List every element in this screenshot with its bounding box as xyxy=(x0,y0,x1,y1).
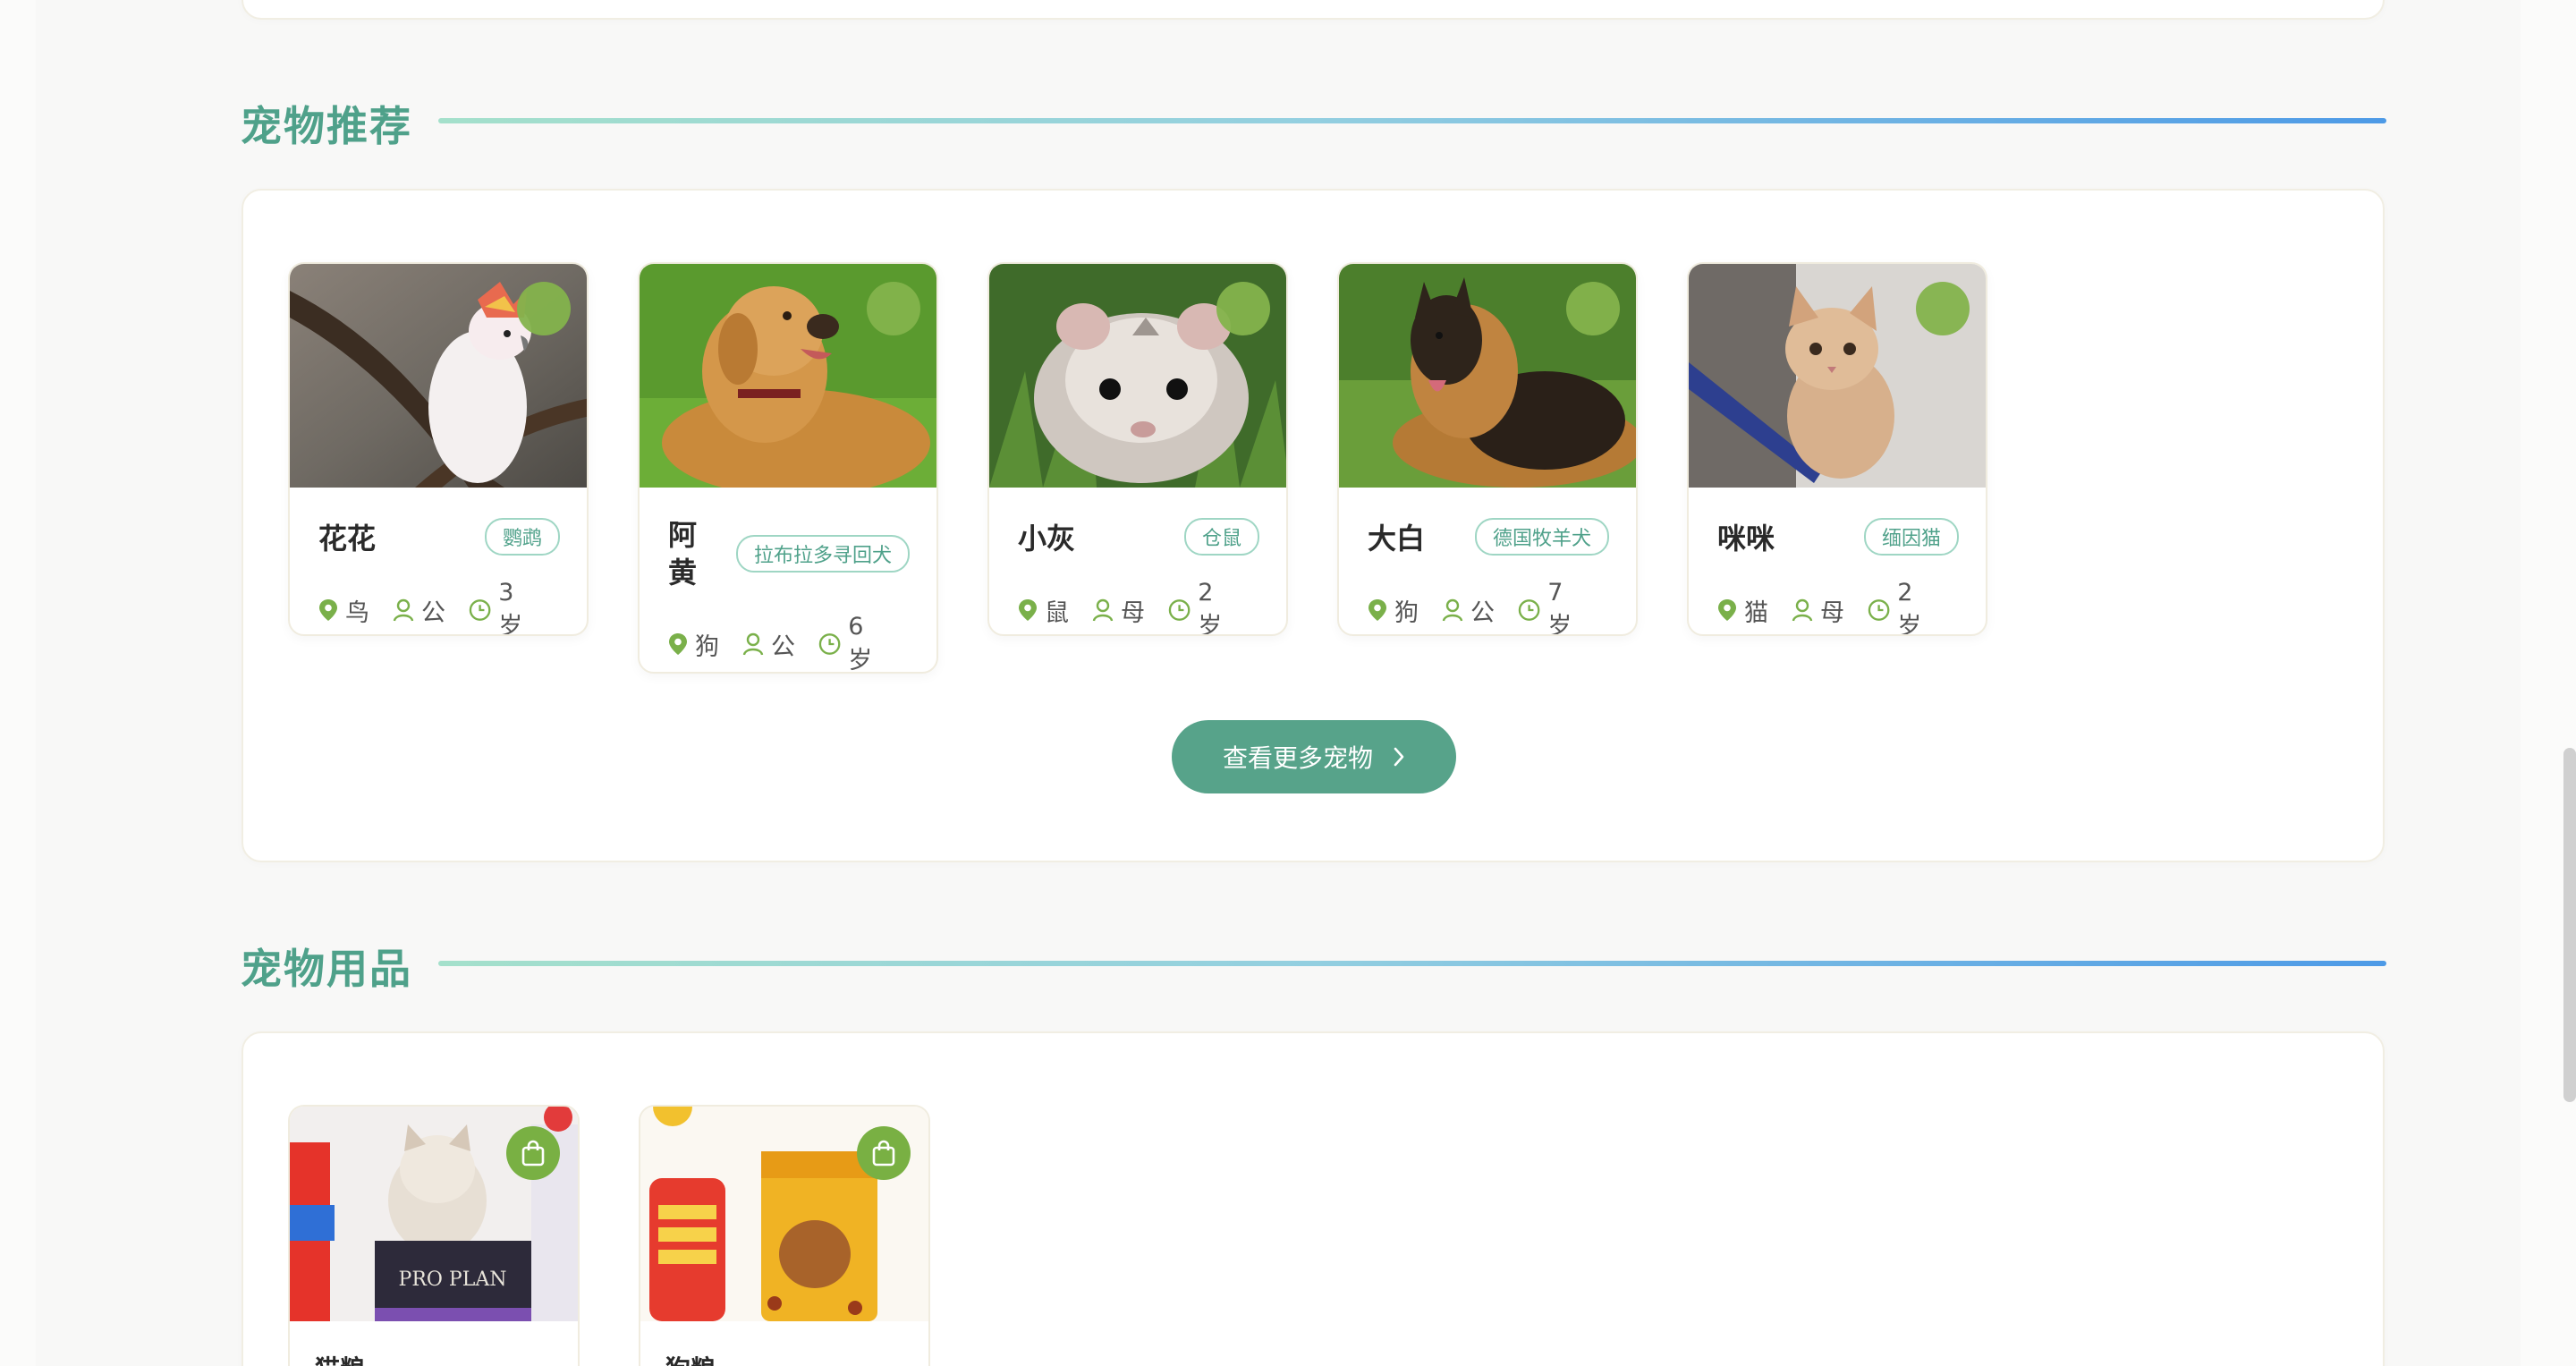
pet-card-huahua[interactable]: 花花 鹦鹉 鸟 公 3岁 xyxy=(288,262,589,636)
pet-card-mimi[interactable]: 咪咪 缅因猫 猫 母 2岁 xyxy=(1687,262,1987,636)
pet-breed-tag: 鹦鹉 xyxy=(484,518,560,556)
pet-age: 7岁 xyxy=(1547,579,1572,636)
pet-gender: 公 xyxy=(1470,598,1495,627)
pet-species: 鸟 xyxy=(345,598,369,627)
supply-card-cat-food[interactable]: PRO PLAN 猫粮 xyxy=(288,1105,580,1366)
pet-name: 小灰 xyxy=(1018,522,1076,556)
view-more-pets-button[interactable]: 查看更多宠物 xyxy=(1172,720,1456,793)
vertical-scrollbar[interactable] xyxy=(2558,0,2576,1366)
user-icon xyxy=(393,598,414,622)
pet-card-dabai[interactable]: 大白 德国牧羊犬 狗 公 7岁 xyxy=(1337,262,1638,636)
pet-name: 花花 xyxy=(318,522,377,556)
pet-name: 咪咪 xyxy=(1717,522,1775,556)
pet-breed-tag: 德国牧羊犬 xyxy=(1474,518,1609,556)
location-pin-icon xyxy=(1718,599,1736,621)
pet-age: 2岁 xyxy=(1198,579,1223,636)
clock-icon xyxy=(469,599,491,621)
section-title-supplies: 宠物用品 xyxy=(241,945,412,993)
scrollbar-thumb[interactable] xyxy=(2563,748,2576,1102)
user-icon xyxy=(1442,598,1463,622)
pet-species: 狗 xyxy=(1394,598,1419,627)
chevron-right-icon xyxy=(1394,747,1404,767)
clock-icon xyxy=(1518,599,1540,621)
pet-age: 2岁 xyxy=(1897,579,1922,636)
supply-photo-dog-food xyxy=(640,1107,928,1321)
user-icon xyxy=(1092,598,1114,622)
location-pin-icon xyxy=(669,633,687,655)
pet-species: 鼠 xyxy=(1045,598,1069,627)
pet-gender: 母 xyxy=(1121,598,1145,627)
pet-card-xiaohui[interactable]: 小灰 仓鼠 鼠 母 2岁 xyxy=(987,262,1288,636)
pet-photo-hamster xyxy=(989,264,1286,488)
clock-icon xyxy=(1168,599,1191,621)
pets-panel: 花花 鹦鹉 鸟 公 3岁 阿黄 拉布拉多寻回犬 狗 公 6岁 小灰 仓鼠 鼠 母… xyxy=(242,189,2385,862)
pet-species: 狗 xyxy=(695,632,719,661)
view-more-pets-label: 查看更多宠物 xyxy=(1222,743,1373,773)
location-pin-icon xyxy=(1368,599,1386,621)
supply-name: 猫粮 xyxy=(315,1350,365,1366)
page-background: 宠物推荐 花花 鹦鹉 鸟 公 3岁 阿黄 拉布拉多寻回犬 狗 公 6岁 小灰 仓… xyxy=(36,0,2521,1366)
clock-icon xyxy=(1868,599,1890,621)
svg-text:PRO PLAN: PRO PLAN xyxy=(399,1268,507,1291)
add-to-cart-button[interactable] xyxy=(506,1126,560,1180)
favorite-button[interactable] xyxy=(1216,282,1270,335)
shopping-bag-icon xyxy=(521,1140,545,1167)
pet-age: 6岁 xyxy=(848,613,873,674)
favorite-button[interactable] xyxy=(1566,282,1620,335)
previous-section-panel xyxy=(242,0,2385,20)
supplies-panel: PRO PLAN 猫粮 xyxy=(242,1031,2385,1366)
pet-breed-tag: 缅因猫 xyxy=(1863,518,1959,556)
user-icon xyxy=(1792,598,1813,622)
supply-name: 狗粮 xyxy=(665,1350,716,1366)
pet-photo-kitten xyxy=(1689,264,1986,488)
supply-card-dog-food[interactable]: 狗粮 xyxy=(639,1105,930,1366)
pet-species: 猫 xyxy=(1744,598,1768,627)
pet-photo-parrot xyxy=(290,264,587,488)
section-divider-pets xyxy=(438,118,2386,123)
pet-gender: 母 xyxy=(1820,598,1844,627)
pet-age: 3岁 xyxy=(498,579,523,636)
pet-name: 大白 xyxy=(1368,522,1426,556)
pet-photo-german-shepherd xyxy=(1339,264,1636,488)
clock-icon xyxy=(818,633,841,655)
pet-gender: 公 xyxy=(771,632,795,661)
favorite-button[interactable] xyxy=(867,282,920,335)
location-pin-icon xyxy=(1019,599,1037,621)
pet-card-ahuang[interactable]: 阿黄 拉布拉多寻回犬 狗 公 6岁 xyxy=(638,262,938,674)
location-pin-icon xyxy=(319,599,337,621)
pet-photo-labrador xyxy=(640,264,936,488)
favorite-button[interactable] xyxy=(1916,282,1970,335)
pet-breed-tag: 拉布拉多寻回犬 xyxy=(735,535,910,573)
add-to-cart-button[interactable] xyxy=(857,1126,911,1180)
shopping-bag-icon xyxy=(872,1140,895,1167)
favorite-button[interactable] xyxy=(517,282,571,335)
section-divider-supplies xyxy=(438,961,2386,966)
section-title-pets: 宠物推荐 xyxy=(241,102,412,150)
supply-photo-cat-food: PRO PLAN xyxy=(290,1107,578,1321)
user-icon xyxy=(742,632,764,656)
pet-breed-tag: 仓鼠 xyxy=(1183,518,1259,556)
pet-gender: 公 xyxy=(421,598,445,627)
pet-name: 阿黄 xyxy=(668,518,698,590)
